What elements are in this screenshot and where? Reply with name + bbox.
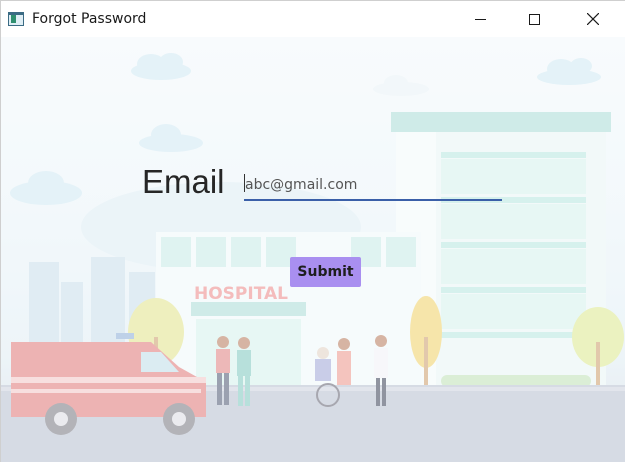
close-icon [587,13,599,25]
maximize-icon [528,13,540,25]
hospital-illustration: HOSPITAL [1,37,625,462]
content-area: HOSPITAL Email abc@gmail.com Submit [1,37,625,462]
title-bar[interactable]: Forgot Password [1,1,625,37]
minimize-button[interactable] [457,1,503,37]
app-icon [8,12,24,26]
maximize-button[interactable] [511,1,557,37]
submit-button[interactable]: Submit [290,257,361,287]
text-caret [244,174,245,192]
forgot-password-window: Forgot Password HOSPITAL Email abc@gmail… [0,0,625,462]
email-input[interactable] [244,171,502,201]
window-title: Forgot Password [32,11,147,27]
email-label: Email [142,163,225,200]
close-button[interactable] [570,1,616,37]
minimize-icon [474,18,486,20]
